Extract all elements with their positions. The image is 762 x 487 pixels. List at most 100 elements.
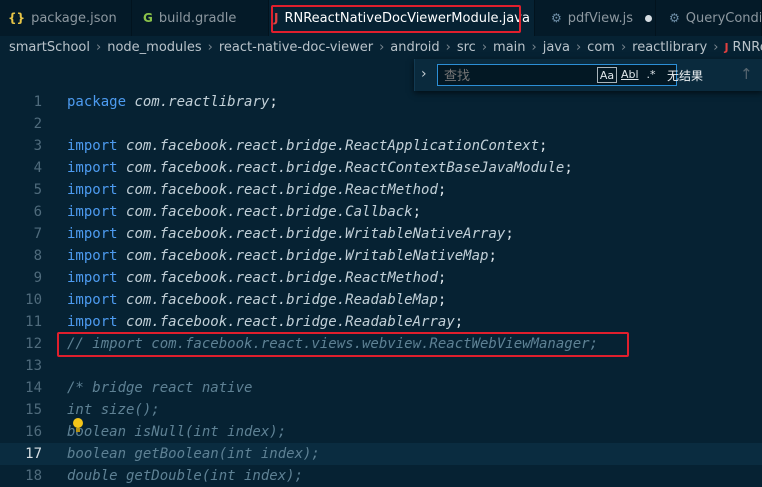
breadcrumb-item[interactable]: main (493, 40, 525, 55)
code-text: boolean getBoolean(int index); (67, 443, 320, 465)
gear-icon: ⚙ (669, 11, 680, 25)
code-line[interactable]: 5 import com.facebook.react.bridge.ReactM… (0, 179, 762, 201)
chevron-right-icon: › (713, 39, 719, 55)
breadcrumb-item[interactable]: node_modules (107, 40, 201, 55)
line-number: 2 (33, 116, 42, 132)
punctuation-token: ; (564, 160, 573, 176)
punctuation-token: ; (454, 314, 464, 330)
code-line[interactable]: 2 (0, 113, 762, 135)
package-token: com.facebook.react.bridge. (126, 204, 346, 220)
code-line[interactable]: 1 package com.reactlibrary; (0, 91, 762, 113)
code-editor[interactable]: 1 package com.reactlibrary; 2 3 import com.f… (0, 91, 762, 484)
find-result-count: 无结果 (667, 69, 704, 83)
chevron-right-icon: › (207, 39, 213, 55)
breadcrumb-item[interactable]: src (457, 40, 476, 55)
code-line[interactable]: 14 /* bridge react native (0, 377, 762, 399)
tab-package-json[interactable]: {} package.json (0, 0, 132, 36)
class-token: Callback (345, 204, 413, 220)
tab-label: build.gradle (158, 10, 237, 26)
code-line[interactable]: 8 import com.facebook.react.bridge.Writab… (0, 245, 762, 267)
line-number: 7 (33, 226, 42, 242)
breadcrumb-item[interactable]: android (390, 40, 439, 55)
tab-queryconditi[interactable]: ⚙ QueryConditi (656, 0, 762, 36)
line-number: 6 (33, 204, 42, 220)
keyword-token: import (67, 292, 118, 308)
line-number: 13 (25, 358, 42, 374)
comment-token: int size(); (67, 402, 160, 418)
breadcrumb: smartSchool › node_modules › react-native-… (0, 36, 762, 58)
code-line[interactable]: 18 double getDouble(int index); (0, 465, 762, 487)
class-token: ReactApplicationContext (345, 138, 540, 154)
package-token: com.facebook.react.bridge. (126, 270, 346, 286)
tab-pdfview-js[interactable]: ⚙ pdfView.js (535, 0, 656, 36)
punctuation-token: ; (437, 270, 447, 286)
tab-build-gradle[interactable]: G build.gradle (132, 0, 269, 36)
unsaved-dot-icon[interactable] (645, 14, 653, 22)
line-number: 4 (33, 160, 42, 176)
toggle-replace-chevron-icon[interactable]: › (421, 66, 427, 82)
keyword-token: import (67, 270, 118, 286)
code-line[interactable]: 7 import com.facebook.react.bridge.Writab… (0, 223, 762, 245)
breadcrumb-item[interactable]: java (543, 40, 570, 55)
regex-button[interactable]: .* (643, 67, 659, 83)
code-line[interactable]: 17 boolean getBoolean(int index); (0, 443, 762, 465)
code-text: double getDouble(int index); (67, 465, 303, 487)
keyword-token: import (67, 204, 118, 220)
chevron-right-icon: › (481, 39, 488, 55)
code-text: package com.reactlibrary; (67, 91, 278, 113)
line-number: 5 (33, 182, 42, 198)
code-line[interactable]: 9 import com.facebook.react.bridge.ReactM… (0, 267, 762, 289)
code-line[interactable]: 6 import com.facebook.react.bridge.Callba… (0, 201, 762, 223)
code-line[interactable]: 3 import com.facebook.react.bridge.ReactA… (0, 135, 762, 157)
match-case-button[interactable]: Aa (597, 67, 617, 83)
punctuation-token: ; (505, 226, 514, 242)
code-text: import com.facebook.react.bridge.ReactCo… (67, 157, 573, 179)
java-error-icon: J (724, 40, 729, 54)
package-token: com.reactlibrary (134, 94, 270, 110)
breadcrumb-item[interactable]: RNReactNativeDocV (733, 40, 762, 55)
code-line[interactable]: 11 import com.facebook.react.bridge.Reada… (0, 311, 762, 333)
package-token: com.facebook.react.bridge. (126, 292, 346, 308)
chevron-right-icon: › (620, 39, 627, 55)
breadcrumb-item[interactable]: com (587, 40, 615, 55)
code-text: int size(); (67, 399, 160, 421)
code-line[interactable]: 15 int size(); (0, 399, 762, 421)
js-gear-icon: ⚙ (551, 11, 562, 25)
class-token: ReactMethod (345, 182, 438, 198)
comment-token: double getDouble(int index); (67, 468, 304, 484)
chevron-right-icon: › (96, 39, 102, 55)
code-text: import com.facebook.react.bridge.Callbac… (67, 201, 421, 223)
punctuation-token: ; (488, 248, 497, 264)
code-line[interactable]: 13 (0, 355, 762, 377)
code-text: import com.facebook.react.bridge.ReactAp… (67, 135, 547, 157)
keyword-token: import (67, 314, 118, 330)
find-input[interactable] (437, 64, 677, 86)
json-braces-icon: {} (8, 11, 26, 25)
comment-token: boolean getBoolean(int index); (67, 446, 320, 462)
whole-word-button[interactable]: Abl (621, 67, 639, 83)
breadcrumb-item[interactable]: smartSchool (9, 40, 90, 55)
code-line[interactable]: 4 import com.facebook.react.bridge.ReactC… (0, 157, 762, 179)
code-line[interactable]: 10 import com.facebook.react.bridge.Reada… (0, 289, 762, 311)
package-token: com.facebook.react.bridge. (126, 138, 346, 154)
comment-token: boolean isNull(int index); (67, 424, 287, 440)
punctuation-token: ; (437, 292, 447, 308)
lightbulb-icon[interactable] (73, 418, 83, 428)
code-text: boolean isNull(int index); (67, 421, 286, 443)
code-text: import com.facebook.react.bridge.Writabl… (67, 223, 514, 245)
breadcrumb-item[interactable]: react-native-doc-viewer (219, 40, 373, 55)
previous-match-arrow-icon[interactable]: ↑ (740, 65, 753, 83)
code-text: import com.facebook.react.bridge.Writabl… (67, 245, 497, 267)
keyword-token: import (67, 138, 118, 154)
class-token: ReadableArray (345, 314, 455, 330)
code-line[interactable]: 16 boolean isNull(int index); (0, 421, 762, 443)
keyword-token: import (67, 248, 118, 264)
tab-label: pdfView.js (567, 10, 634, 26)
line-number: 16 (25, 424, 42, 440)
class-token: ReadableMap (345, 292, 438, 308)
breadcrumb-item[interactable]: reactlibrary (632, 40, 707, 55)
package-token: com.facebook.react.bridge. (126, 248, 346, 264)
line-number: 8 (33, 248, 42, 264)
find-widget: › Aa Abl .* 无结果 ↑ (414, 59, 762, 91)
chevron-right-icon: › (379, 39, 385, 55)
